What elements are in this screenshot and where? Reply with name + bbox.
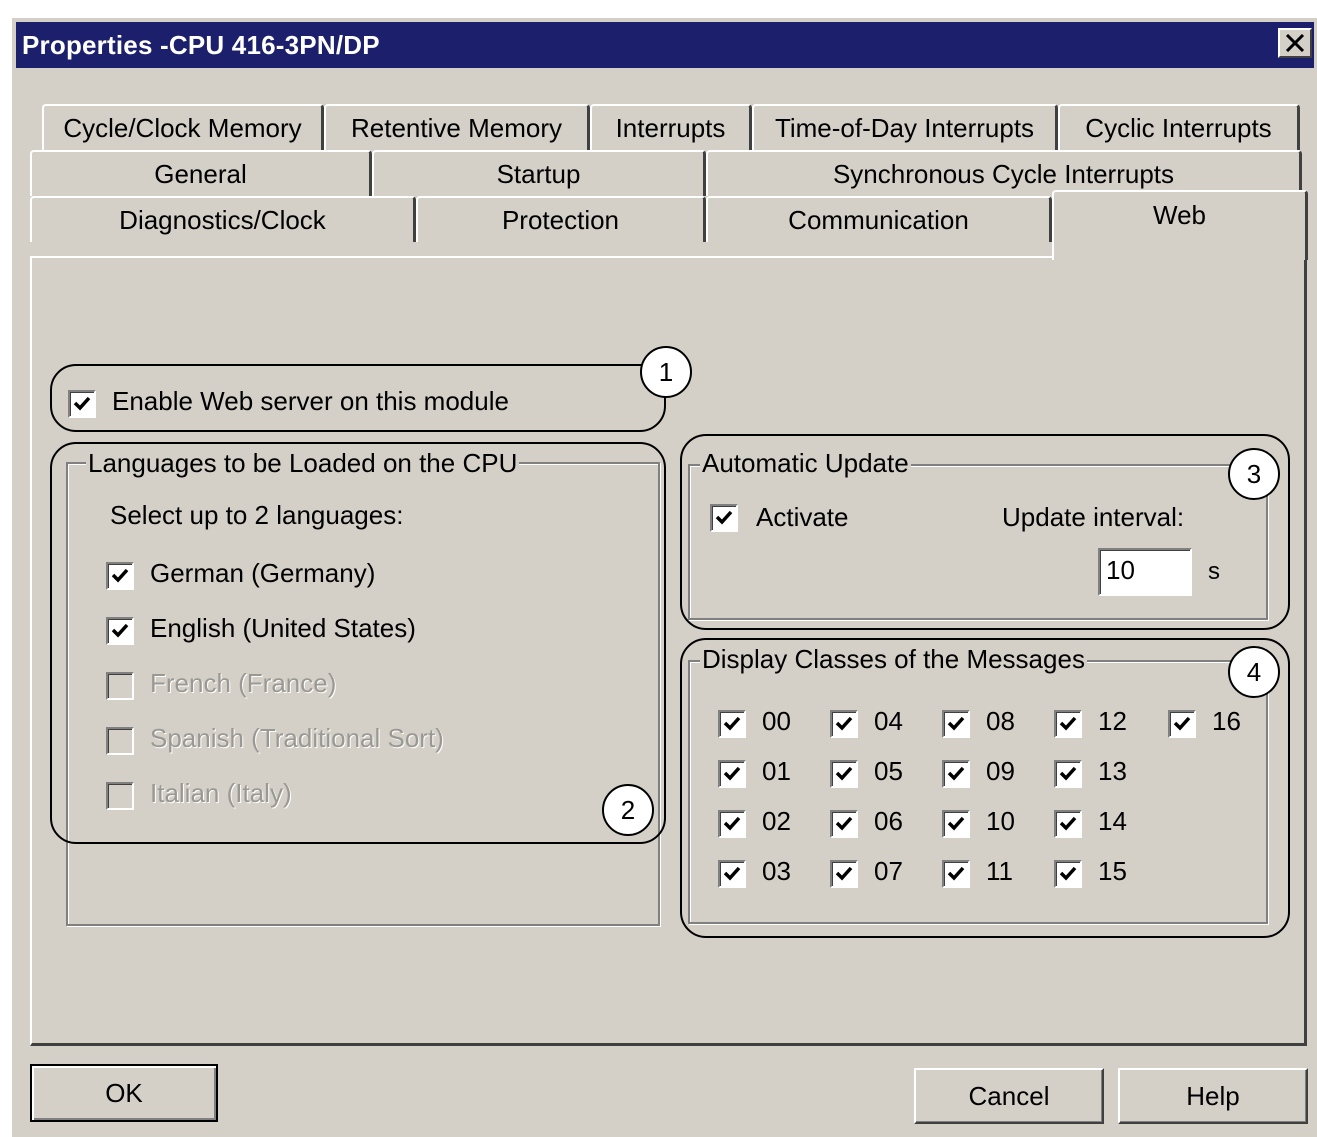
display-class-label: 12 xyxy=(1098,706,1127,736)
display-classes-legend: Display Classes of the Messages xyxy=(700,644,1087,675)
tab-diagnostics-clock[interactable]: Diagnostics/Clock xyxy=(30,196,416,242)
properties-dialog: Properties -CPU 416-3PN/DP Cycle/Clock M… xyxy=(12,18,1317,1137)
checkmark-icon xyxy=(835,716,853,731)
tab-cyclic-interrupts[interactable]: Cyclic Interrupts xyxy=(1058,104,1300,150)
display-class-label: 15 xyxy=(1098,856,1127,886)
update-interval-label: Update interval: xyxy=(1002,502,1185,532)
display-class-checkbox[interactable] xyxy=(718,860,746,888)
checkmark-icon xyxy=(947,866,965,881)
cancel-button[interactable]: Cancel xyxy=(914,1068,1104,1124)
ok-button[interactable]: OK xyxy=(30,1064,218,1122)
checkmark-icon xyxy=(1059,766,1077,781)
checkmark-icon xyxy=(73,396,91,411)
tab-protection[interactable]: Protection xyxy=(416,196,706,242)
display-class-checkbox[interactable] xyxy=(942,760,970,788)
checkmark-icon xyxy=(947,766,965,781)
display-class-checkbox[interactable] xyxy=(942,810,970,838)
display-class-label: 13 xyxy=(1098,756,1127,786)
display-class-label: 16 xyxy=(1212,706,1241,736)
auto-update-legend: Automatic Update xyxy=(700,448,911,479)
checkmark-icon xyxy=(715,510,733,525)
callout-2-frame xyxy=(50,442,666,844)
close-button[interactable] xyxy=(1278,28,1312,58)
title-bar: Properties -CPU 416-3PN/DP xyxy=(16,22,1314,68)
tab-startup[interactable]: Startup xyxy=(372,150,706,196)
display-class-label: 10 xyxy=(986,806,1015,836)
checkmark-icon xyxy=(723,766,741,781)
auto-update-activate-checkbox[interactable] xyxy=(710,504,738,532)
display-class-label: 06 xyxy=(874,806,903,836)
tab-retentive-memory[interactable]: Retentive Memory xyxy=(324,104,590,150)
display-class-label: 01 xyxy=(762,756,791,786)
display-class-checkbox[interactable] xyxy=(1054,760,1082,788)
auto-update-activate-label: Activate xyxy=(756,502,849,532)
display-class-label: 08 xyxy=(986,706,1015,736)
display-class-checkbox[interactable] xyxy=(718,810,746,838)
enable-web-server-label: Enable Web server on this module xyxy=(112,386,509,416)
enable-web-server-checkbox[interactable] xyxy=(68,390,96,418)
checkmark-icon xyxy=(1173,716,1191,731)
callout-marker-3: 3 xyxy=(1228,448,1280,500)
tab-time-of-day-interrupts[interactable]: Time-of-Day Interrupts xyxy=(752,104,1058,150)
checkmark-icon xyxy=(723,816,741,831)
checkmark-icon xyxy=(835,866,853,881)
display-class-label: 11 xyxy=(986,856,1013,886)
close-icon xyxy=(1285,34,1305,52)
update-interval-input[interactable]: 10 xyxy=(1098,548,1192,596)
callout-marker-2: 2 xyxy=(602,784,654,836)
checkmark-icon xyxy=(723,866,741,881)
display-class-checkbox[interactable] xyxy=(830,710,858,738)
callout-marker-4: 4 xyxy=(1228,646,1280,698)
display-class-label: 07 xyxy=(874,856,903,886)
display-class-checkbox[interactable] xyxy=(1054,810,1082,838)
display-class-checkbox[interactable] xyxy=(718,710,746,738)
display-class-label: 02 xyxy=(762,806,791,836)
display-class-checkbox[interactable] xyxy=(718,760,746,788)
display-class-checkbox[interactable] xyxy=(1054,860,1082,888)
display-class-checkbox[interactable] xyxy=(830,810,858,838)
display-class-label: 09 xyxy=(986,756,1015,786)
tab-cycle-clock-memory[interactable]: Cycle/Clock Memory xyxy=(42,104,324,150)
window-title: Properties -CPU 416-3PN/DP xyxy=(22,30,380,60)
display-class-checkbox[interactable] xyxy=(830,760,858,788)
tab-web[interactable]: Web xyxy=(1052,190,1308,260)
display-class-label: 00 xyxy=(762,706,791,736)
display-class-checkbox[interactable] xyxy=(1168,710,1196,738)
display-class-label: 05 xyxy=(874,756,903,786)
checkmark-icon xyxy=(947,716,965,731)
tab-general[interactable]: General xyxy=(30,150,372,196)
checkmark-icon xyxy=(835,766,853,781)
update-interval-unit: s xyxy=(1208,558,1220,585)
checkmark-icon xyxy=(947,816,965,831)
auto-update-groupbox xyxy=(688,464,1268,620)
checkmark-icon xyxy=(723,716,741,731)
display-class-checkbox[interactable] xyxy=(942,860,970,888)
display-class-label: 04 xyxy=(874,706,903,736)
help-button[interactable]: Help xyxy=(1118,1068,1308,1124)
display-class-checkbox[interactable] xyxy=(830,860,858,888)
display-class-label: 03 xyxy=(762,856,791,886)
checkmark-icon xyxy=(1059,866,1077,881)
display-class-checkbox[interactable] xyxy=(942,710,970,738)
display-class-checkbox[interactable] xyxy=(1054,710,1082,738)
callout-marker-1: 1 xyxy=(640,346,692,398)
tab-communication[interactable]: Communication xyxy=(706,196,1052,242)
tab-interrupts[interactable]: Interrupts xyxy=(590,104,752,150)
display-class-label: 14 xyxy=(1098,806,1127,836)
checkmark-icon xyxy=(1059,816,1077,831)
checkmark-icon xyxy=(1059,716,1077,731)
checkmark-icon xyxy=(835,816,853,831)
